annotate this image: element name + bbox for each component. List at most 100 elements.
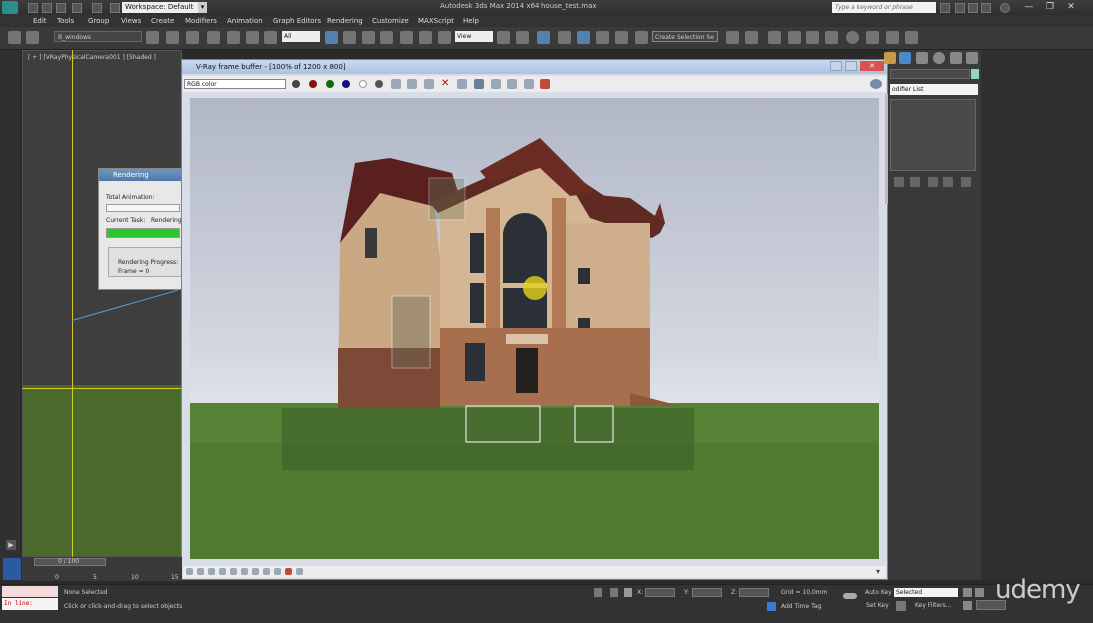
monochrome-icon[interactable]: [375, 80, 383, 88]
goto-start-icon[interactable]: [963, 588, 972, 597]
green-channel-icon[interactable]: [326, 80, 334, 88]
viewport-expand-arrow-icon[interactable]: ▶: [6, 540, 16, 550]
levels-icon[interactable]: [219, 568, 226, 575]
redo-scene-icon[interactable]: [26, 31, 39, 44]
object-color-swatch[interactable]: [971, 69, 979, 79]
pin-stack-icon[interactable]: [894, 177, 904, 187]
follow-mouse-icon[interactable]: [457, 79, 467, 89]
object-name-field[interactable]: [890, 69, 970, 79]
link-to-vfb-icon[interactable]: [507, 79, 517, 89]
lut-icon[interactable]: [252, 568, 259, 575]
create-tab-icon[interactable]: [884, 52, 896, 64]
break-link-icon[interactable]: [246, 31, 259, 44]
clear-image-icon[interactable]: ✕: [441, 78, 449, 89]
render-setup-icon[interactable]: [866, 31, 879, 44]
srgb-icon[interactable]: [263, 568, 270, 575]
menu-help[interactable]: Help: [463, 17, 479, 25]
open-file-icon[interactable]: [42, 3, 52, 13]
viewport-label[interactable]: [ + ] [VRayPhysicalCamera001 ] [Shaded ]: [28, 54, 156, 61]
bind-space-warp-icon[interactable]: [186, 31, 199, 44]
horizontal-flip-icon[interactable]: [274, 568, 281, 575]
maxscript-listener-input[interactable]: [2, 586, 58, 597]
lock-selection-icon[interactable]: [594, 588, 602, 597]
vfb-expand-icon[interactable]: ▾: [876, 567, 880, 576]
align-icon[interactable]: [745, 31, 758, 44]
chevron-down-icon[interactable]: ▾: [198, 2, 207, 13]
menu-tools[interactable]: Tools: [57, 17, 74, 25]
curve-editor-icon[interactable]: [825, 31, 838, 44]
curve-icon[interactable]: [230, 568, 237, 575]
alpha-channel-icon[interactable]: [359, 80, 367, 88]
blue-channel-icon[interactable]: [342, 80, 350, 88]
edit-named-selection-icon[interactable]: [635, 31, 648, 44]
rendered-frame-window-icon[interactable]: [886, 31, 899, 44]
info-icon[interactable]: [208, 568, 215, 575]
create-selection-set-field[interactable]: Create Selection Se: [652, 31, 718, 42]
link-icon[interactable]: [146, 31, 159, 44]
isolate-icon[interactable]: [610, 588, 618, 597]
select-manipulate-icon[interactable]: [516, 31, 529, 44]
keyboard-shortcut-icon[interactable]: [537, 31, 550, 44]
region-render-icon[interactable]: [474, 79, 484, 89]
rotate-icon[interactable]: [419, 31, 432, 44]
key-filters-button[interactable]: Key Filters...: [915, 602, 952, 609]
hierarchy-tab-icon[interactable]: [916, 52, 928, 64]
menu-group[interactable]: Group: [88, 17, 109, 25]
angle-snap-icon[interactable]: [577, 31, 590, 44]
stamp-icon[interactable]: [296, 568, 303, 575]
configure-modifier-sets-icon[interactable]: [961, 177, 971, 187]
vfb-channel-dropdown[interactable]: RGB color: [184, 79, 286, 89]
utilities-tab-icon[interactable]: [966, 52, 978, 64]
mini-curve-editor-icon[interactable]: [3, 558, 21, 580]
vertical-flip-icon[interactable]: [285, 568, 292, 575]
undo-icon[interactable]: [72, 3, 82, 13]
help-search-input[interactable]: Type a keyword or phrase: [832, 2, 936, 13]
scene-explorer-icon[interactable]: [768, 31, 781, 44]
duplicate-to-max-fb-icon[interactable]: [424, 79, 434, 89]
binoculars-icon[interactable]: [940, 3, 950, 13]
show-corrections-icon[interactable]: [524, 79, 534, 89]
menu-edit[interactable]: Edit: [33, 17, 47, 25]
redo-icon[interactable]: [92, 3, 102, 13]
select-link-icon[interactable]: [207, 31, 220, 44]
select-by-name-icon[interactable]: [343, 31, 356, 44]
unlink-icon[interactable]: [166, 31, 179, 44]
layer-manager-icon[interactable]: [788, 31, 801, 44]
chain-link-icon[interactable]: [227, 31, 240, 44]
save-file-icon[interactable]: [56, 3, 66, 13]
vfb-minimize-button[interactable]: [830, 61, 842, 71]
minimize-button[interactable]: —: [1022, 1, 1036, 13]
rendering-dialog-title[interactable]: Rendering: [99, 169, 181, 181]
percent-snap-icon[interactable]: [596, 31, 609, 44]
menu-rendering[interactable]: Rendering: [327, 17, 363, 25]
add-time-tag[interactable]: Add Time Tag: [781, 603, 821, 610]
key-mode-toggle-icon[interactable]: [963, 601, 972, 610]
motion-tab-icon[interactable]: [933, 52, 945, 64]
snaps-toggle-icon[interactable]: [558, 31, 571, 44]
remove-modifier-icon[interactable]: [943, 177, 953, 187]
history-icon[interactable]: [186, 568, 193, 575]
vfb-maximize-button[interactable]: [845, 61, 857, 71]
graphite-ribbon-icon[interactable]: [806, 31, 819, 44]
view-rgb-icon[interactable]: [292, 80, 300, 88]
window-crossing-icon[interactable]: [380, 31, 393, 44]
set-key-button[interactable]: Set Key: [866, 602, 889, 609]
workspace-dropdown[interactable]: Workspace: Default: [122, 2, 200, 13]
selection-filter-dropdown[interactable]: All: [282, 31, 320, 42]
reference-coordinate-dropdown[interactable]: View: [455, 31, 493, 42]
menu-animation[interactable]: Animation: [227, 17, 263, 25]
menu-modifiers[interactable]: Modifiers: [185, 17, 217, 25]
save-image-icon[interactable]: [391, 79, 401, 89]
maximize-button[interactable]: ❐: [1043, 1, 1057, 13]
display-tab-icon[interactable]: [950, 52, 962, 64]
red-channel-icon[interactable]: [309, 80, 317, 88]
vfb-close-button[interactable]: ✕: [860, 61, 884, 71]
auto-key-button[interactable]: Auto Key: [865, 589, 892, 596]
z-coordinate-field[interactable]: [739, 588, 769, 597]
mirror-icon[interactable]: [726, 31, 739, 44]
load-image-icon[interactable]: [407, 79, 417, 89]
prev-frame-icon[interactable]: [975, 588, 984, 597]
modifier-stack[interactable]: [890, 99, 976, 171]
project-folder-icon[interactable]: [110, 3, 120, 13]
select-object-icon[interactable]: [325, 31, 338, 44]
